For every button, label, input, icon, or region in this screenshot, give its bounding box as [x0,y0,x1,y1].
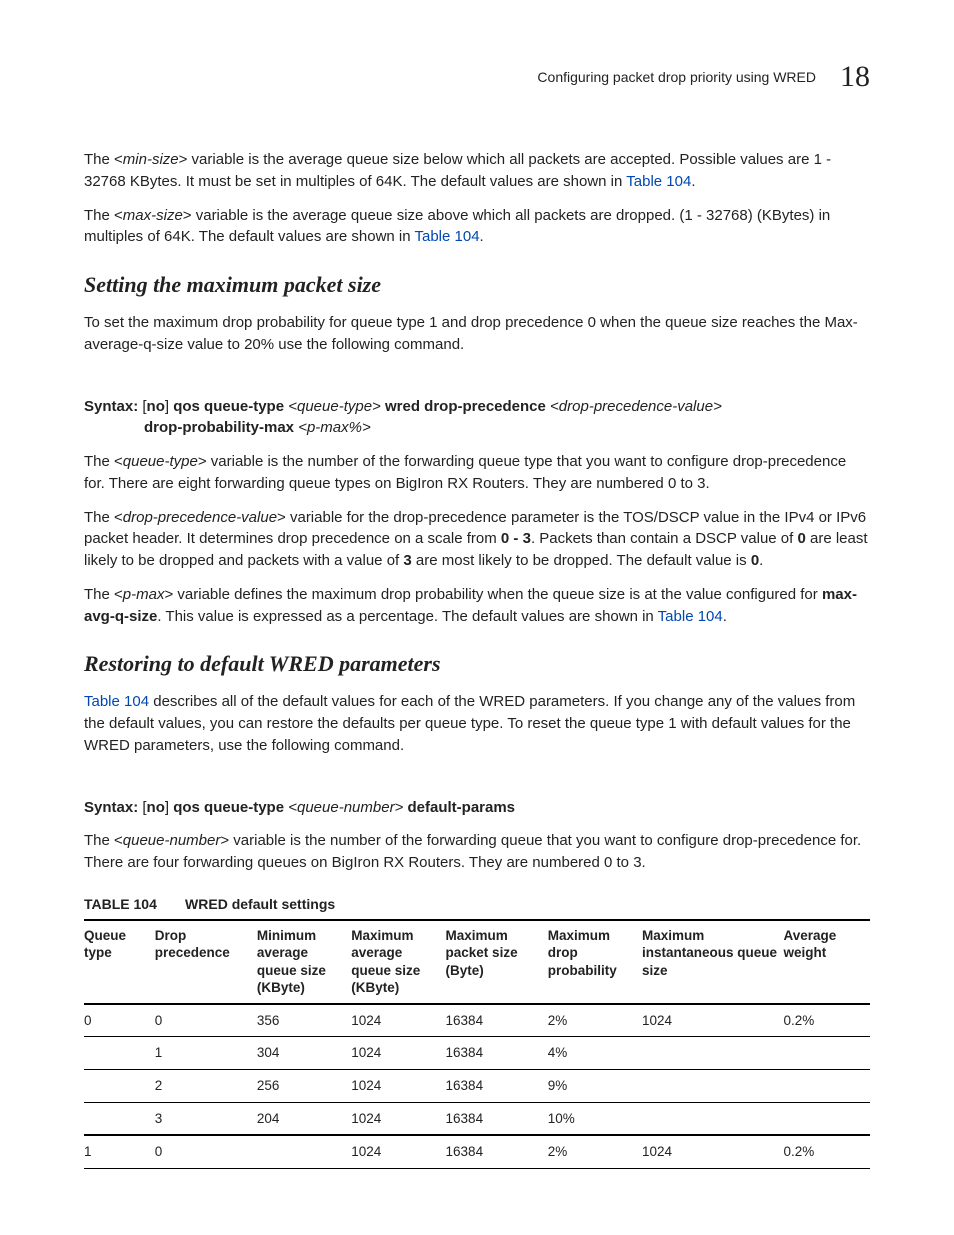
table-header: Maximum average queue size (KByte) [351,920,445,1004]
table-cell: 1024 [642,1135,783,1168]
table-row: 320410241638410% [84,1102,870,1135]
var-queue-number: queue-number [123,832,221,849]
table-cell [642,1070,783,1103]
var-p-max: p-max [123,586,165,603]
table-cell: 1 [84,1135,155,1168]
table-cell: 1024 [351,1070,445,1103]
table-header: Average weight [783,920,870,1004]
chapter-number: 18 [840,60,870,94]
table-cell: 16384 [446,1004,548,1037]
table-label: TABLE 104 [84,896,157,912]
link-table-104[interactable]: Table 104 [658,608,723,625]
page-header: Configuring packet drop priority using W… [84,60,870,94]
paragraph-queue-number: The <queue-number> variable is the numbe… [84,830,870,874]
table-cell: 2% [548,1135,642,1168]
var-queue-type: queue-type [123,453,198,470]
var-drop-precedence-value: drop-precedence-value [123,509,277,526]
table-title: TABLE 104 WRED default settings [84,896,870,913]
table-cell: 3 [155,1102,257,1135]
table-cell: 256 [257,1070,351,1103]
table-cell: 1024 [351,1102,445,1135]
wred-default-settings-table: Queue typeDrop precedenceMinimum average… [84,919,870,1169]
table-row: 22561024163849% [84,1070,870,1103]
paragraph-p-max: The <p-max> variable defines the maximum… [84,584,870,628]
table-cell [84,1102,155,1135]
table-cell [84,1037,155,1070]
table-cell: 1024 [351,1135,445,1168]
table-cell: 16384 [446,1135,548,1168]
table-cell: 2 [155,1070,257,1103]
paragraph-drop-precedence-value: The <drop-precedence-value> variable for… [84,507,870,572]
table-cell: 1024 [642,1004,783,1037]
table-header: Maximum drop probability [548,920,642,1004]
heading-setting-max-packet-size: Setting the maximum packet size [84,272,870,298]
table-cell [783,1037,870,1070]
table-cell: 16384 [446,1037,548,1070]
table-caption: WRED default settings [185,896,335,912]
syntax-block-2: Syntax: [no] qos queue-type <queue-numbe… [84,797,870,819]
header-title: Configuring packet drop priority using W… [537,69,816,85]
link-table-104[interactable]: Table 104 [84,693,149,710]
table-cell: 0.2% [783,1135,870,1168]
table-cell [642,1037,783,1070]
table-cell: 0 [155,1135,257,1168]
table-row: 13041024163844% [84,1037,870,1070]
var-min-size: min-size [123,151,179,168]
table-cell: 1024 [351,1037,445,1070]
table-cell: 304 [257,1037,351,1070]
syntax-label: Syntax: [84,799,138,816]
table-cell: 16384 [446,1102,548,1135]
table-header: Maximum instantaneous queue size [642,920,783,1004]
table-cell: 10% [548,1102,642,1135]
var-max-size: max-size [123,207,183,224]
table-header: Minimum average queue size (KByte) [257,920,351,1004]
table-cell: 0 [84,1004,155,1037]
link-table-104[interactable]: Table 104 [626,173,691,190]
table-cell: 16384 [446,1070,548,1103]
table-cell: 1 [155,1037,257,1070]
table-cell: 1024 [351,1004,445,1037]
table-row: 003561024163842%10240.2% [84,1004,870,1037]
table-cell: 4% [548,1037,642,1070]
table-cell: 356 [257,1004,351,1037]
link-table-104[interactable]: Table 104 [414,228,479,245]
table-cell [84,1070,155,1103]
table-cell: 0 [155,1004,257,1037]
table-row: 101024163842%10240.2% [84,1135,870,1168]
table-cell [257,1135,351,1168]
table-cell: 0.2% [783,1004,870,1037]
table-header: Maximum packet size (Byte) [446,920,548,1004]
table-cell [783,1070,870,1103]
table-cell [642,1102,783,1135]
paragraph-restore-defaults: Table 104 describes all of the default v… [84,691,870,756]
table-cell: 2% [548,1004,642,1037]
table-cell: 204 [257,1102,351,1135]
syntax-label: Syntax: [84,398,138,415]
table-header: Queue type [84,920,155,1004]
paragraph-min-size: The <min-size> variable is the average q… [84,149,870,193]
syntax-block-1: Syntax: [no] qos queue-type <queue-type>… [84,396,870,440]
paragraph-queue-type: The <queue-type> variable is the number … [84,451,870,495]
table-header: Drop precedence [155,920,257,1004]
table-cell [783,1102,870,1135]
heading-restoring-default-wred: Restoring to default WRED parameters [84,651,870,677]
table-cell: 9% [548,1070,642,1103]
paragraph-set-max-drop: To set the maximum drop probability for … [84,312,870,356]
paragraph-max-size: The <max-size> variable is the average q… [84,205,870,249]
